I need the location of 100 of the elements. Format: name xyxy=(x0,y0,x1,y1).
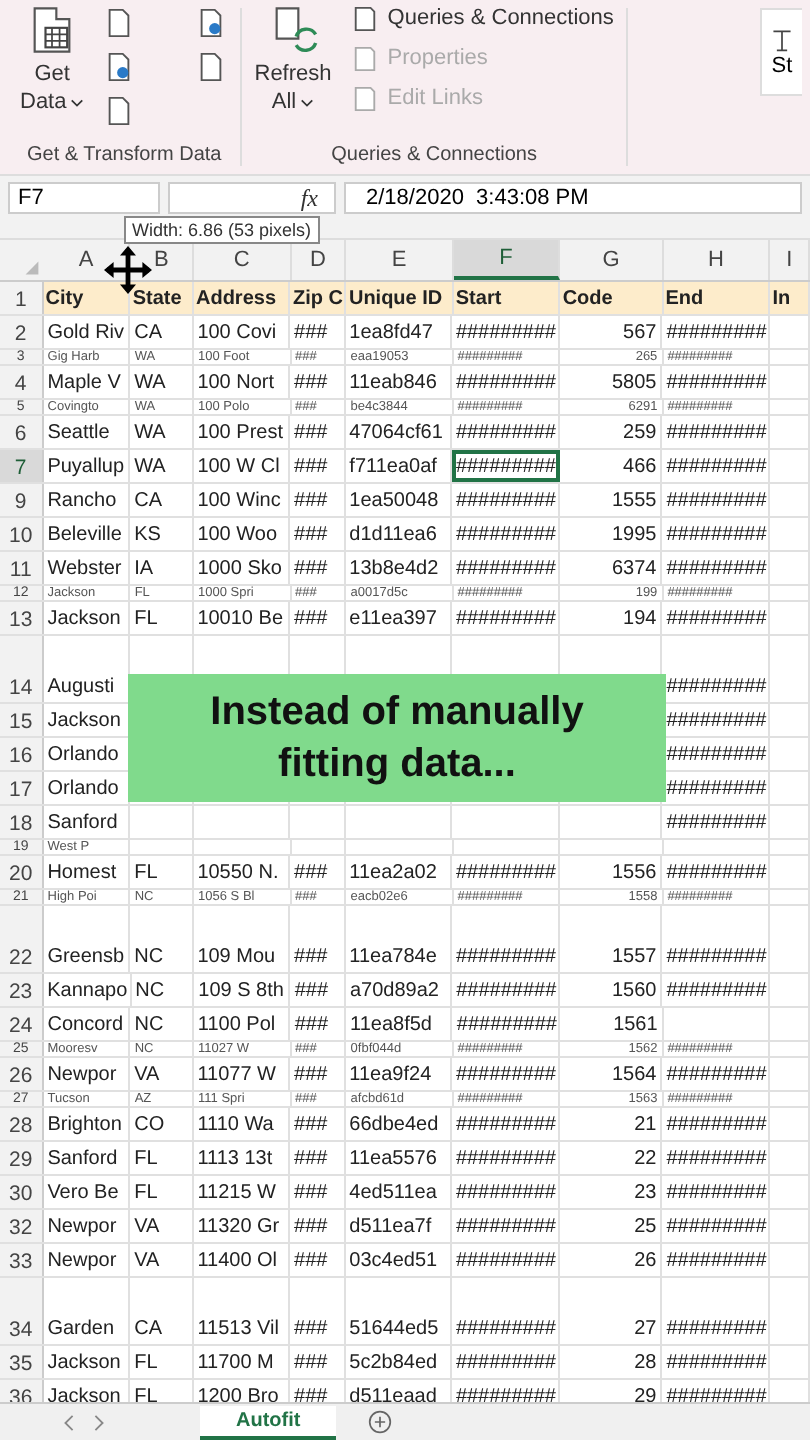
row-number[interactable]: 11 xyxy=(0,552,44,584)
table-cell: 03c4ed51 xyxy=(349,1252,438,1272)
table-cell: ######### xyxy=(455,560,556,580)
document-icon[interactable] xyxy=(104,96,135,126)
document-icon[interactable] xyxy=(196,52,227,82)
table-cell: Code xyxy=(562,290,613,310)
column-header[interactable]: H xyxy=(663,240,771,280)
row-number[interactable]: 6 xyxy=(0,416,44,448)
table-cell: CA xyxy=(134,1320,162,1340)
row-number[interactable]: 34 xyxy=(0,1278,44,1344)
row-number[interactable]: 15 xyxy=(0,704,44,736)
refresh-all-button[interactable]: Refresh All xyxy=(254,4,332,116)
table-cell: 13b8e4d2 xyxy=(349,560,439,580)
table-cell: 1113 13t xyxy=(197,1150,273,1170)
row-number[interactable]: 1 xyxy=(0,282,44,314)
table-cell: Homest xyxy=(47,864,117,884)
ribbon-menu-item[interactable]: Queries & Connections xyxy=(351,4,614,32)
row-number[interactable]: 14 xyxy=(0,636,44,702)
row-number[interactable]: 17 xyxy=(0,772,44,804)
row-number[interactable]: 18 xyxy=(0,806,44,838)
table-cell: FL xyxy=(134,1354,158,1374)
table-cell: ######### xyxy=(666,712,767,732)
table-cell: FL xyxy=(134,610,158,630)
document-icon xyxy=(351,85,378,111)
column-header[interactable]: C xyxy=(194,240,292,280)
document-icon[interactable] xyxy=(104,8,135,38)
table-cell: 1200 Bro xyxy=(197,1388,279,1402)
table-cell: 11ea9f24 xyxy=(349,1066,432,1086)
table-cell: 11513 Vil xyxy=(197,1320,279,1340)
row-number[interactable]: 4 xyxy=(0,366,44,398)
row-number[interactable]: 13 xyxy=(0,602,44,634)
document-icon[interactable] xyxy=(104,52,135,82)
table-cell: Address xyxy=(195,290,276,310)
row-number[interactable]: 2 xyxy=(0,316,44,348)
sheet-tab[interactable]: Autofit xyxy=(200,1405,337,1439)
table-cell: Seattle xyxy=(47,424,110,444)
row-number[interactable]: 16 xyxy=(0,738,44,770)
row-number[interactable]: 33 xyxy=(0,1244,44,1276)
table-cell: 26 xyxy=(634,1252,657,1272)
row-number[interactable]: 24 xyxy=(0,1008,44,1040)
row-number[interactable]: 23 xyxy=(0,974,44,1006)
table-cell: CA xyxy=(134,324,162,344)
formula-field[interactable]: 2/18/2020 3:43:08 PM xyxy=(344,182,802,214)
table-cell: 466 xyxy=(623,458,657,478)
caption-banner: Instead of manually fitting data... xyxy=(128,674,666,802)
table-cell: ### xyxy=(294,560,328,580)
row-number[interactable]: 20 xyxy=(0,856,44,888)
row-number[interactable]: 7 xyxy=(0,450,44,482)
tooltip: Width: 6.86 (53 pixels) xyxy=(124,216,320,244)
table-cell: ######### xyxy=(666,948,767,968)
column-header[interactable]: D xyxy=(291,240,347,280)
table-cell: 11400 Ol xyxy=(197,1252,278,1272)
table-cell: Jackson xyxy=(47,712,121,732)
row-number[interactable]: 35 xyxy=(0,1346,44,1378)
ribbon-button[interactable]: St xyxy=(760,8,802,96)
previous-sheet-icon[interactable] xyxy=(60,1413,78,1431)
table-cell: 29 xyxy=(634,1388,657,1402)
column-header[interactable]: F xyxy=(453,240,561,280)
row-number[interactable]: 30 xyxy=(0,1176,44,1208)
row-number[interactable]: 28 xyxy=(0,1108,44,1140)
table-cell: d1d11ea6 xyxy=(349,526,437,546)
next-sheet-icon[interactable] xyxy=(90,1413,108,1431)
table-cell: 259 xyxy=(623,424,657,444)
table-cell: ######### xyxy=(666,1252,767,1272)
table-cell: 11ea8f5d xyxy=(350,1016,432,1036)
table-cell: d511ea7f xyxy=(349,1218,432,1238)
table-cell: Start xyxy=(455,290,502,310)
table-cell: Orlando xyxy=(47,746,119,766)
get-data-button[interactable]: Get Data xyxy=(20,4,85,128)
document-icon[interactable] xyxy=(196,8,227,38)
function-symbol[interactable]: fx xyxy=(296,184,322,212)
row-number[interactable]: 32 xyxy=(0,1210,44,1242)
table-cell: 1564 xyxy=(611,1066,657,1086)
table-cell: Greensb xyxy=(47,948,125,968)
column-header[interactable]: G xyxy=(560,240,664,280)
add-sheet-icon[interactable] xyxy=(368,1410,393,1434)
row-number[interactable]: 29 xyxy=(0,1142,44,1174)
column-header[interactable]: I xyxy=(770,240,810,280)
table-cell: ######### xyxy=(455,864,556,884)
table-cell: ######### xyxy=(455,526,556,546)
table-cell: Newpor xyxy=(47,1218,117,1238)
table-cell: 5805 xyxy=(611,374,657,394)
table-cell: ######### xyxy=(666,1066,767,1086)
table-cell: f711ea0af xyxy=(349,458,437,478)
table-cell: ######### xyxy=(455,458,556,478)
row-number[interactable]: 10 xyxy=(0,518,44,550)
table-cell: ######### xyxy=(455,948,556,968)
row-number[interactable]: 9 xyxy=(0,484,44,516)
table-cell: d511eaad xyxy=(349,1388,437,1402)
table-cell: CO xyxy=(134,1116,165,1136)
table-cell: ### xyxy=(294,1016,329,1036)
group-label: Queries & Connections xyxy=(329,144,539,166)
row-number[interactable]: 22 xyxy=(0,906,44,972)
table-cell: 1ea50048 xyxy=(349,492,439,512)
row-number[interactable]: 26 xyxy=(0,1058,44,1090)
table-cell: Rancho xyxy=(47,492,117,512)
table-cell: 1555 xyxy=(611,492,657,512)
name-box[interactable]: F7 xyxy=(8,182,160,214)
table-cell: ######### xyxy=(455,1354,556,1374)
table-cell: ######### xyxy=(455,1184,556,1204)
